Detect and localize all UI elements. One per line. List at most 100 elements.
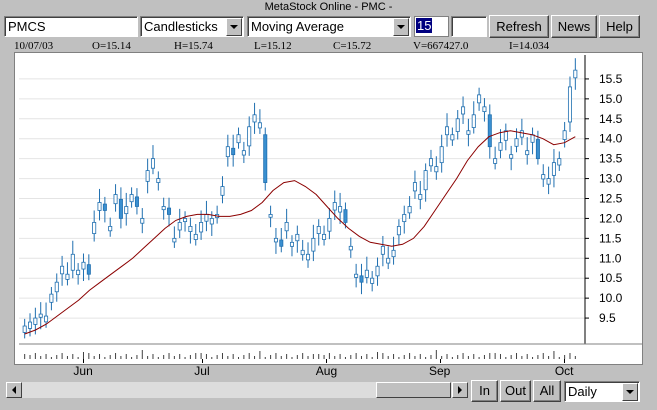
chart-style-select[interactable]: Candlesticks xyxy=(140,16,244,37)
y-tick-label: 10.5 xyxy=(599,271,623,285)
scroll-right-button[interactable] xyxy=(452,382,468,398)
candle-body xyxy=(65,273,70,280)
candle-body xyxy=(183,218,188,223)
indicator-select[interactable]: Moving Average xyxy=(247,16,411,37)
info-low: L=15.12 xyxy=(254,40,292,52)
candle-body xyxy=(33,317,38,325)
candle-body xyxy=(332,202,337,211)
candle-body xyxy=(92,222,97,234)
candle-body xyxy=(44,315,49,323)
info-high: H=15.74 xyxy=(174,40,213,52)
period-input[interactable]: 15 xyxy=(414,16,449,37)
candle-body xyxy=(279,239,284,247)
candle-body xyxy=(295,233,300,242)
chevron-down-icon[interactable] xyxy=(226,18,242,36)
candle-body xyxy=(407,206,412,214)
candle-body xyxy=(477,94,482,104)
candle-body xyxy=(514,138,519,147)
candle-body xyxy=(22,325,27,333)
candle-body xyxy=(188,225,193,232)
horizontal-scrollbar[interactable] xyxy=(6,382,468,398)
candle-body xyxy=(134,196,139,207)
y-tick-label: 11.0 xyxy=(599,251,622,265)
candle-body xyxy=(252,114,257,123)
candle-body xyxy=(306,253,311,261)
blank-input[interactable] xyxy=(451,16,487,37)
candle-body xyxy=(567,86,572,123)
candle-body xyxy=(199,222,204,233)
y-tick-label: 13.0 xyxy=(599,172,623,186)
candle-body xyxy=(396,225,401,236)
news-button[interactable]: News xyxy=(551,15,597,38)
candle-body xyxy=(557,158,562,166)
candle-body xyxy=(348,245,353,251)
help-button[interactable]: Help xyxy=(599,15,640,38)
y-tick-label: 12.0 xyxy=(599,211,623,225)
x-tick-label: Oct xyxy=(554,364,574,378)
candle-body xyxy=(498,142,503,151)
candle-body xyxy=(354,273,359,278)
candle-body xyxy=(193,233,198,240)
candle-body xyxy=(391,249,396,258)
candle-body xyxy=(97,202,102,211)
candle-body xyxy=(241,150,246,156)
candle-body xyxy=(327,218,332,232)
window-title: MetaStock Online - PMC - xyxy=(264,1,393,13)
symbol-input[interactable]: PMCS xyxy=(4,16,138,37)
candle-body xyxy=(573,69,578,79)
scroll-thumb[interactable] xyxy=(376,382,451,398)
candle-body xyxy=(236,134,241,144)
candle-body xyxy=(509,154,514,159)
info-indicator: I=14.034 xyxy=(509,40,550,52)
indicator-value: Moving Average xyxy=(251,19,344,34)
zoom-in-button[interactable]: In xyxy=(471,380,498,402)
chevron-down-icon[interactable] xyxy=(622,383,638,401)
candle-body xyxy=(311,237,316,252)
candle-body xyxy=(322,233,327,240)
candle-body xyxy=(257,122,262,129)
candle-body xyxy=(70,253,75,271)
candle-body xyxy=(428,158,433,167)
candle-body xyxy=(140,218,145,224)
candle-body xyxy=(471,114,476,128)
candle-body xyxy=(209,218,214,225)
candle-body xyxy=(461,106,466,115)
y-tick-label: 13.5 xyxy=(599,152,623,166)
candle-body xyxy=(439,146,444,164)
zoom-out-button[interactable]: Out xyxy=(500,380,531,402)
x-tick xyxy=(201,359,203,363)
candle-body xyxy=(220,186,225,196)
candle-body xyxy=(541,174,546,180)
zoom-all-button[interactable]: All xyxy=(533,380,561,402)
candle-body xyxy=(562,130,567,140)
price-chart-panel[interactable]: 15.5 15.0 14.5 14.0 13.5 13.0 12.5 12.0 11.5 11.0… xyxy=(14,52,643,365)
period-value: 15 xyxy=(416,18,433,33)
candle-body xyxy=(225,146,230,158)
candle-body xyxy=(530,134,535,143)
candle-body xyxy=(289,241,294,247)
x-tick xyxy=(326,359,328,363)
info-open: O=15.14 xyxy=(92,40,131,52)
candle-body xyxy=(167,207,172,215)
candle-body xyxy=(386,257,391,264)
candle-body xyxy=(343,209,348,223)
candle-body xyxy=(316,225,321,234)
x-tick-label: Aug xyxy=(315,364,338,378)
candle-body xyxy=(364,269,369,278)
price-chart: 15.5 15.0 14.5 14.0 13.5 13.0 12.5 12.0 11.5 11.0… xyxy=(19,55,642,359)
candle-body xyxy=(102,203,107,211)
candle-body xyxy=(150,158,155,169)
candle-body xyxy=(247,126,252,147)
scroll-left-button[interactable] xyxy=(6,382,22,398)
candle-body xyxy=(418,194,423,200)
candle-body xyxy=(49,293,54,303)
x-axis-labels: Jun Jul Aug Sep Oct xyxy=(14,359,643,378)
candle-body xyxy=(76,269,81,276)
candle-body xyxy=(129,194,134,203)
candle-body xyxy=(263,134,268,183)
period-select[interactable]: Daily xyxy=(564,381,640,402)
refresh-button[interactable]: Refresh xyxy=(489,15,549,38)
chevron-down-icon[interactable] xyxy=(393,18,409,36)
candle-body xyxy=(546,178,551,185)
candle-body xyxy=(204,214,209,222)
